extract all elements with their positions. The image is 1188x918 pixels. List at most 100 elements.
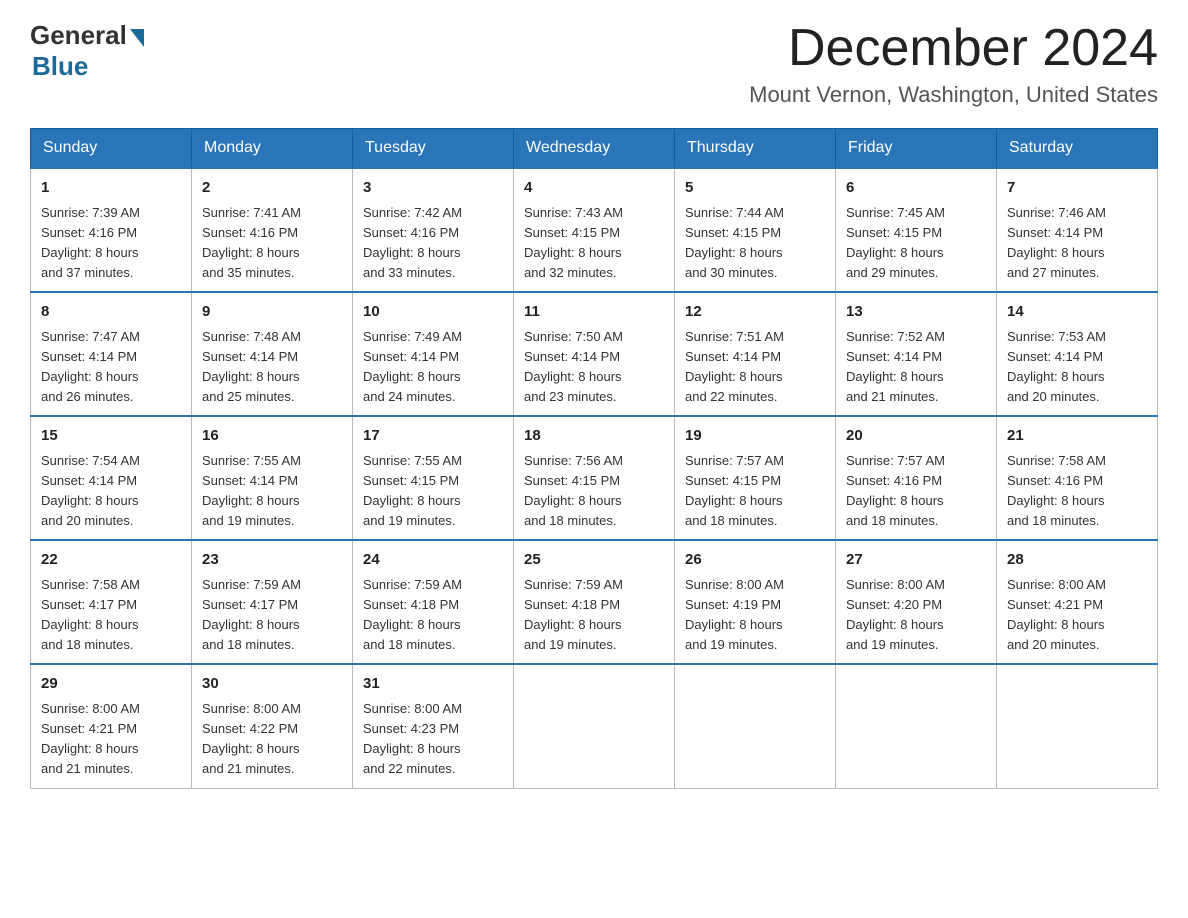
- day-cell-15: 15Sunrise: 7:54 AMSunset: 4:14 PMDayligh…: [31, 416, 192, 540]
- logo-blue-text: Blue: [32, 51, 88, 82]
- day-number: 7: [1007, 177, 1147, 200]
- weekday-header-saturday: Saturday: [997, 129, 1158, 169]
- empty-cell: [514, 664, 675, 788]
- day-cell-14: 14 Sunrise: 7:53 AMSunset: 4:14 PMDayligh…: [997, 292, 1158, 416]
- day-info: Sunrise: 7:44 AMSunset: 4:15 PMDaylight:…: [685, 203, 825, 284]
- weekday-header-tuesday: Tuesday: [353, 129, 514, 169]
- location-title: Mount Vernon, Washington, United States: [749, 82, 1158, 108]
- day-number: 29: [41, 673, 181, 696]
- day-number: 23: [202, 549, 342, 572]
- day-info: Sunrise: 8:00 AMSunset: 4:19 PMDaylight:…: [685, 575, 825, 656]
- day-cell-2: 2 Sunrise: 7:41 AMSunset: 4:16 PMDaylight…: [192, 168, 353, 292]
- day-number: 9: [202, 301, 342, 324]
- day-info: Sunrise: 8:00 AMSunset: 4:20 PMDaylight:…: [846, 575, 986, 656]
- week-row-5: 29 Sunrise: 8:00 AMSunset: 4:21 PMDayligh…: [31, 664, 1158, 788]
- day-number: 11: [524, 301, 664, 324]
- week-row-3: 15Sunrise: 7:54 AMSunset: 4:14 PMDayligh…: [31, 416, 1158, 540]
- day-info: Sunrise: 8:00 AMSunset: 4:21 PMDaylight:…: [41, 699, 181, 780]
- day-cell-18: 18 Sunrise: 7:56 AMSunset: 4:15 PMDayligh…: [514, 416, 675, 540]
- day-info: Sunrise: 7:42 AMSunset: 4:16 PMDaylight:…: [363, 203, 503, 284]
- day-info: Sunrise: 7:52 AMSunset: 4:14 PMDaylight:…: [846, 327, 986, 408]
- day-info: Sunrise: 7:45 AMSunset: 4:15 PMDaylight:…: [846, 203, 986, 284]
- day-number: 2: [202, 177, 342, 200]
- day-number: 24: [363, 549, 503, 572]
- day-cell-21: 21 Sunrise: 7:58 AMSunset: 4:16 PMDayligh…: [997, 416, 1158, 540]
- logo: General Blue: [30, 20, 144, 82]
- day-cell-9: 9 Sunrise: 7:48 AMSunset: 4:14 PMDaylight…: [192, 292, 353, 416]
- day-info: Sunrise: 7:59 AMSunset: 4:18 PMDaylight:…: [363, 575, 503, 656]
- day-number: 27: [846, 549, 986, 572]
- day-cell-30: 30 Sunrise: 8:00 AMSunset: 4:22 PMDayligh…: [192, 664, 353, 788]
- day-number: 22: [41, 549, 181, 572]
- day-info: Sunrise: 7:57 AMSunset: 4:16 PMDaylight:…: [846, 451, 986, 532]
- day-number: 13: [846, 301, 986, 324]
- day-number: 5: [685, 177, 825, 200]
- day-number: 25: [524, 549, 664, 572]
- day-cell-10: 10Sunrise: 7:49 AMSunset: 4:14 PMDayligh…: [353, 292, 514, 416]
- day-cell-29: 29 Sunrise: 8:00 AMSunset: 4:21 PMDayligh…: [31, 664, 192, 788]
- empty-cell: [997, 664, 1158, 788]
- day-cell-25: 25Sunrise: 7:59 AMSunset: 4:18 PMDayligh…: [514, 540, 675, 664]
- day-number: 4: [524, 177, 664, 200]
- day-cell-7: 7 Sunrise: 7:46 AMSunset: 4:14 PMDaylight…: [997, 168, 1158, 292]
- calendar-header-row: SundayMondayTuesdayWednesdayThursdayFrid…: [31, 129, 1158, 169]
- day-info: Sunrise: 7:58 AMSunset: 4:16 PMDaylight:…: [1007, 451, 1147, 532]
- weekday-header-wednesday: Wednesday: [514, 129, 675, 169]
- day-number: 20: [846, 425, 986, 448]
- day-number: 26: [685, 549, 825, 572]
- day-cell-17: 17Sunrise: 7:55 AMSunset: 4:15 PMDayligh…: [353, 416, 514, 540]
- day-info: Sunrise: 8:00 AMSunset: 4:22 PMDaylight:…: [202, 699, 342, 780]
- day-info: Sunrise: 7:48 AMSunset: 4:14 PMDaylight:…: [202, 327, 342, 408]
- day-info: Sunrise: 7:50 AMSunset: 4:14 PMDaylight:…: [524, 327, 664, 408]
- weekday-header-friday: Friday: [836, 129, 997, 169]
- day-info: Sunrise: 7:55 AMSunset: 4:14 PMDaylight:…: [202, 451, 342, 532]
- day-number: 10: [363, 301, 503, 324]
- day-info: Sunrise: 7:51 AMSunset: 4:14 PMDaylight:…: [685, 327, 825, 408]
- day-cell-26: 26 Sunrise: 8:00 AMSunset: 4:19 PMDayligh…: [675, 540, 836, 664]
- month-title: December 2024: [749, 20, 1158, 77]
- day-number: 21: [1007, 425, 1147, 448]
- day-info: Sunrise: 7:41 AMSunset: 4:16 PMDaylight:…: [202, 203, 342, 284]
- day-cell-13: 13 Sunrise: 7:52 AMSunset: 4:14 PMDayligh…: [836, 292, 997, 416]
- day-number: 1: [41, 177, 181, 200]
- day-cell-3: 3 Sunrise: 7:42 AMSunset: 4:16 PMDaylight…: [353, 168, 514, 292]
- day-cell-31: 31Sunrise: 8:00 AMSunset: 4:23 PMDayligh…: [353, 664, 514, 788]
- day-number: 28: [1007, 549, 1147, 572]
- day-number: 17: [363, 425, 503, 448]
- day-number: 30: [202, 673, 342, 696]
- day-info: Sunrise: 7:53 AMSunset: 4:14 PMDaylight:…: [1007, 327, 1147, 408]
- day-cell-8: 8 Sunrise: 7:47 AMSunset: 4:14 PMDaylight…: [31, 292, 192, 416]
- day-number: 14: [1007, 301, 1147, 324]
- empty-cell: [675, 664, 836, 788]
- day-cell-24: 24 Sunrise: 7:59 AMSunset: 4:18 PMDayligh…: [353, 540, 514, 664]
- day-info: Sunrise: 7:43 AMSunset: 4:15 PMDaylight:…: [524, 203, 664, 284]
- day-cell-22: 22Sunrise: 7:58 AMSunset: 4:17 PMDayligh…: [31, 540, 192, 664]
- week-row-4: 22Sunrise: 7:58 AMSunset: 4:17 PMDayligh…: [31, 540, 1158, 664]
- logo-general-text: General: [30, 20, 127, 51]
- day-info: Sunrise: 7:47 AMSunset: 4:14 PMDaylight:…: [41, 327, 181, 408]
- day-cell-1: 1Sunrise: 7:39 AMSunset: 4:16 PMDaylight…: [31, 168, 192, 292]
- week-row-2: 8 Sunrise: 7:47 AMSunset: 4:14 PMDaylight…: [31, 292, 1158, 416]
- day-cell-11: 11 Sunrise: 7:50 AMSunset: 4:14 PMDayligh…: [514, 292, 675, 416]
- day-number: 15: [41, 425, 181, 448]
- day-cell-19: 19Sunrise: 7:57 AMSunset: 4:15 PMDayligh…: [675, 416, 836, 540]
- day-number: 3: [363, 177, 503, 200]
- day-number: 12: [685, 301, 825, 324]
- day-number: 6: [846, 177, 986, 200]
- title-section: December 2024 Mount Vernon, Washington, …: [749, 20, 1158, 108]
- day-cell-20: 20 Sunrise: 7:57 AMSunset: 4:16 PMDayligh…: [836, 416, 997, 540]
- day-number: 8: [41, 301, 181, 324]
- day-cell-16: 16 Sunrise: 7:55 AMSunset: 4:14 PMDayligh…: [192, 416, 353, 540]
- day-cell-6: 6 Sunrise: 7:45 AMSunset: 4:15 PMDaylight…: [836, 168, 997, 292]
- day-number: 16: [202, 425, 342, 448]
- day-info: Sunrise: 7:57 AMSunset: 4:15 PMDaylight:…: [685, 451, 825, 532]
- day-number: 18: [524, 425, 664, 448]
- weekday-header-sunday: Sunday: [31, 129, 192, 169]
- day-info: Sunrise: 7:46 AMSunset: 4:14 PMDaylight:…: [1007, 203, 1147, 284]
- day-info: Sunrise: 8:00 AMSunset: 4:21 PMDaylight:…: [1007, 575, 1147, 656]
- page-header: General Blue December 2024 Mount Vernon,…: [30, 20, 1158, 108]
- day-info: Sunrise: 7:56 AMSunset: 4:15 PMDaylight:…: [524, 451, 664, 532]
- day-cell-12: 12 Sunrise: 7:51 AMSunset: 4:14 PMDayligh…: [675, 292, 836, 416]
- day-cell-4: 4 Sunrise: 7:43 AMSunset: 4:15 PMDaylight…: [514, 168, 675, 292]
- day-cell-28: 28 Sunrise: 8:00 AMSunset: 4:21 PMDayligh…: [997, 540, 1158, 664]
